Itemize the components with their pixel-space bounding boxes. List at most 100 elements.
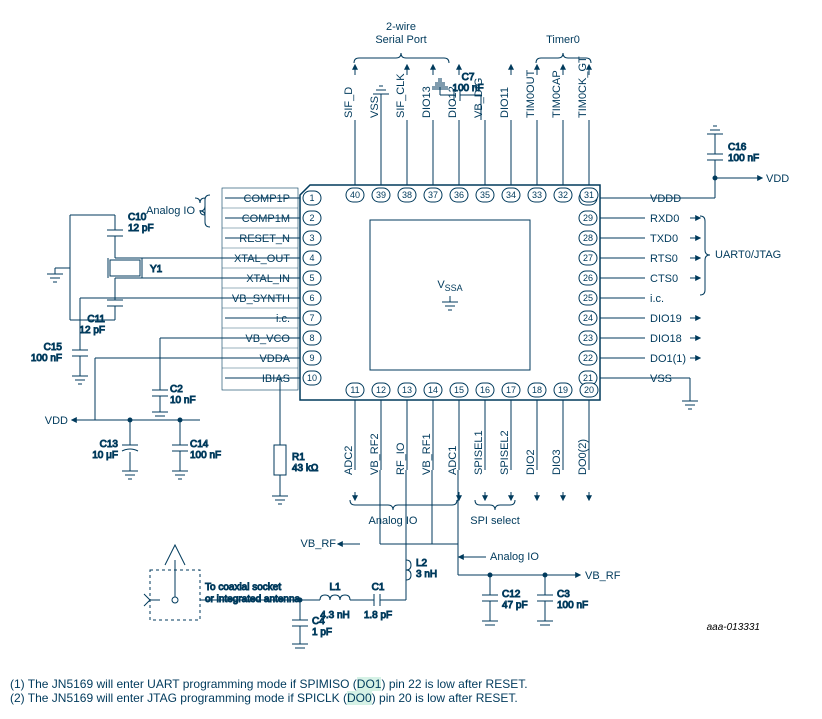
svg-text:23: 23 bbox=[583, 333, 593, 343]
svg-text:38: 38 bbox=[402, 190, 412, 200]
svg-text:10 μF: 10 μF bbox=[92, 450, 118, 461]
svg-text:26: 26 bbox=[583, 273, 593, 283]
svg-text:C10: C10 bbox=[128, 212, 147, 223]
pin-label-16: SPISEL1 bbox=[473, 430, 485, 475]
svg-text:22: 22 bbox=[583, 353, 593, 363]
svg-text:15: 15 bbox=[454, 385, 464, 395]
pin-label-28: TXD0 bbox=[650, 233, 678, 245]
svg-text:21: 21 bbox=[583, 373, 593, 383]
pin-label-24: DIO19 bbox=[650, 313, 682, 325]
pin-37: 37 bbox=[424, 188, 442, 202]
pin-label-32: TIM0CAP bbox=[551, 70, 563, 118]
svg-text:43 kΩ: 43 kΩ bbox=[292, 463, 319, 474]
pin-label-11: ADC2 bbox=[343, 446, 355, 475]
schematic-diagram: VSSA 1COMP1P2COMP1M3RESET_N4XTAL_OUT5XTA… bbox=[0, 0, 822, 660]
label-analog-io-b: Analog IO bbox=[490, 551, 539, 563]
svg-text:Analog IO: Analog IO bbox=[369, 515, 418, 527]
svg-text:C3: C3 bbox=[557, 589, 570, 600]
svg-text:3 nH: 3 nH bbox=[416, 569, 437, 580]
pin-28: 28 bbox=[579, 231, 597, 245]
svg-text:27: 27 bbox=[583, 253, 593, 263]
pin-label-12: VB_RF2 bbox=[369, 433, 381, 475]
vdda-network: C13 10 μF C14 100 nF bbox=[92, 358, 225, 479]
svg-text:6: 6 bbox=[309, 293, 314, 303]
pin-11: 11 bbox=[346, 383, 364, 397]
pin-label-31: TIM0CK_GT bbox=[577, 56, 589, 118]
svg-text:29: 29 bbox=[583, 213, 593, 223]
svg-text:To coaxial socket: To coaxial socket bbox=[205, 582, 281, 593]
svg-text:VB_RF: VB_RF bbox=[585, 570, 621, 582]
pin-label-37: DIO13 bbox=[421, 86, 433, 118]
pin-label-7: i.c. bbox=[276, 313, 290, 325]
svg-text:39: 39 bbox=[376, 190, 386, 200]
pin-15: 15 bbox=[450, 383, 468, 397]
svg-text:31: 31 bbox=[584, 190, 594, 200]
r1: R1 43 kΩ bbox=[225, 378, 319, 504]
pin-39: 39 bbox=[372, 188, 390, 202]
svg-text:37: 37 bbox=[428, 190, 438, 200]
svg-text:SPI select: SPI select bbox=[470, 515, 520, 527]
crystal-network: Y1 C10 12 pF C11 12 pF bbox=[47, 212, 225, 336]
footnotes: (1) The JN5169 will enter UART programmi… bbox=[10, 677, 812, 705]
pin-17: 17 bbox=[502, 383, 520, 397]
svg-text:34: 34 bbox=[506, 190, 516, 200]
svg-text:47 pF: 47 pF bbox=[502, 600, 528, 611]
label-vdd-left: VDD bbox=[45, 415, 95, 427]
group-serial-port: 2-wire Serial Port bbox=[354, 21, 449, 63]
pin-16: 16 bbox=[476, 383, 494, 397]
svg-text:2-wire: 2-wire bbox=[386, 21, 416, 33]
svg-text:18: 18 bbox=[532, 385, 542, 395]
c16: C16 100 nF bbox=[645, 126, 759, 198]
svg-text:C1: C1 bbox=[372, 582, 385, 593]
pin-label-17: SPISEL2 bbox=[499, 430, 511, 475]
pin-label-2: COMP1M bbox=[242, 213, 290, 225]
pin-18: 18 bbox=[528, 383, 546, 397]
pin-label-23: DIO18 bbox=[650, 333, 682, 345]
svg-text:C15: C15 bbox=[44, 342, 63, 353]
pin-32: 32 bbox=[554, 188, 572, 202]
svg-text:3: 3 bbox=[309, 233, 314, 243]
pin-label-20: DO0(2) bbox=[577, 439, 589, 475]
svg-text:5: 5 bbox=[309, 273, 314, 283]
svg-text:1.8 pF: 1.8 pF bbox=[364, 610, 392, 621]
svg-text:100 nF: 100 nF bbox=[31, 353, 62, 364]
svg-text:7: 7 bbox=[309, 313, 314, 323]
pin-6: 6 bbox=[303, 291, 321, 305]
svg-text:19: 19 bbox=[558, 385, 568, 395]
pin-label-15: ADC1 bbox=[447, 446, 459, 475]
pin-label-26: CTS0 bbox=[650, 273, 678, 285]
svg-text:or integrated antenna: or integrated antenna bbox=[205, 594, 301, 605]
pin-label-29: RXD0 bbox=[650, 213, 679, 225]
pin-26: 26 bbox=[579, 271, 597, 285]
svg-text:8: 8 bbox=[309, 333, 314, 343]
pin-40: 40 bbox=[346, 188, 364, 202]
svg-text:20: 20 bbox=[584, 385, 594, 395]
pin-38: 38 bbox=[398, 188, 416, 202]
pin-label-9: VDDA bbox=[259, 353, 290, 365]
group-analog-io-left: Analog IO bbox=[146, 195, 210, 227]
pin-label-6: VB_SYNTH bbox=[232, 293, 290, 305]
svg-text:36: 36 bbox=[454, 190, 464, 200]
svg-text:C2: C2 bbox=[170, 384, 183, 395]
pin-label-4: XTAL_OUT bbox=[234, 253, 290, 265]
pin-10: 10 bbox=[303, 371, 321, 385]
svg-text:VSSA: VSSA bbox=[437, 279, 462, 293]
svg-text:12 pF: 12 pF bbox=[128, 223, 154, 234]
label-vb-rf-right: VB_RF bbox=[556, 570, 621, 582]
doc-id: aaa-013331 bbox=[707, 622, 760, 633]
group-spi-select: SPI select bbox=[470, 500, 520, 527]
svg-text:4: 4 bbox=[309, 253, 314, 263]
svg-text:C12: C12 bbox=[502, 589, 521, 600]
svg-text:Analog IO: Analog IO bbox=[146, 205, 195, 217]
pin-label-10: IBIAS bbox=[262, 373, 290, 385]
svg-text:UART0/JTAG: UART0/JTAG bbox=[715, 249, 781, 261]
svg-text:14: 14 bbox=[428, 385, 438, 395]
svg-text:C4: C4 bbox=[312, 616, 325, 627]
pins-right: 30VDDD29RXD028TXD027RTS026CTS025i.c.24DI… bbox=[579, 191, 700, 385]
svg-text:40: 40 bbox=[350, 190, 360, 200]
pin-3: 3 bbox=[303, 231, 321, 245]
svg-text:L2: L2 bbox=[416, 558, 428, 569]
svg-text:17: 17 bbox=[506, 385, 516, 395]
pin-35: 35 bbox=[476, 188, 494, 202]
svg-text:11: 11 bbox=[350, 385, 359, 395]
